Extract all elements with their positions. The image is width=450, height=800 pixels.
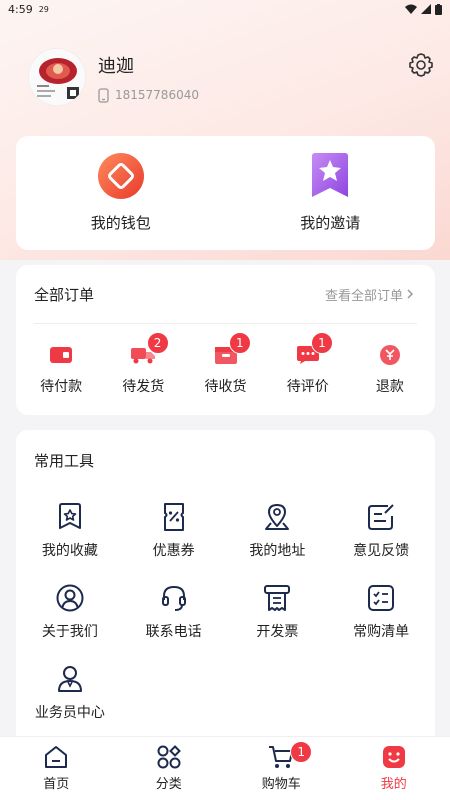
- order-pending-shipment[interactable]: 2 待发货: [102, 332, 184, 396]
- wallet-icon: [97, 153, 144, 199]
- tool-feedback[interactable]: 意见反馈: [329, 490, 433, 571]
- wallet-card-icon: [50, 347, 73, 363]
- status-bar: 4:59 29: [0, 0, 450, 18]
- order-pending-payment[interactable]: 待付款: [20, 342, 102, 396]
- order-refund[interactable]: 退款: [349, 342, 431, 396]
- headset-icon: [161, 585, 186, 611]
- favorite-icon: [58, 503, 81, 529]
- my-invite-label: 我的邀请: [300, 214, 361, 232]
- tab-cart-label: 购物车: [261, 777, 301, 792]
- tab-category[interactable]: 分类: [113, 737, 226, 800]
- order-pending-payment-label: 待付款: [40, 379, 83, 395]
- tool-feedback-label: 意见反馈: [353, 543, 410, 559]
- tool-favorites[interactable]: 我的收藏: [18, 490, 122, 571]
- divider: [34, 323, 417, 324]
- category-icon: [157, 745, 181, 769]
- review-badge: 1: [310, 332, 333, 354]
- my-invite-button[interactable]: 我的邀请: [226, 136, 436, 250]
- tool-invoice[interactable]: 开发票: [226, 571, 330, 652]
- tool-contact-phone[interactable]: 联系电话: [122, 571, 226, 652]
- orders-card: 全部订单 查看全部订单 待付款 2 待发货 1 待收货 1 待评价 退款: [16, 265, 435, 415]
- invite-icon: [312, 153, 349, 197]
- tool-contact-phone-label: 联系电话: [145, 624, 202, 640]
- tool-about-us-label: 关于我们: [41, 624, 98, 640]
- tool-salesman-center[interactable]: 业务员中心: [18, 652, 122, 733]
- phone-icon: [98, 87, 109, 103]
- signal-icon: [421, 4, 431, 14]
- order-pending-receipt[interactable]: 1 待收货: [184, 332, 266, 396]
- user-circle-icon: [56, 584, 84, 612]
- tab-home-label: 首页: [43, 777, 70, 792]
- my-wallet-label: 我的钱包: [90, 214, 151, 232]
- battery-icon: [435, 3, 442, 15]
- chevron-right-icon: [407, 289, 414, 299]
- tab-mine-label: 我的: [380, 777, 407, 792]
- checklist-icon: [368, 585, 395, 611]
- order-pending-review[interactable]: 1 待评价: [267, 332, 349, 396]
- tool-about-us[interactable]: 关于我们: [18, 571, 122, 652]
- tool-invoice-label: 开发票: [256, 624, 299, 640]
- tab-home[interactable]: 首页: [0, 737, 113, 800]
- orders-title: 全部订单: [34, 285, 95, 304]
- bottom-tab-bar: 首页 分类 1 购物车 我的: [0, 736, 450, 800]
- tool-coupons-label: 优惠券: [152, 543, 195, 559]
- user-name: 迪迦: [98, 55, 134, 77]
- status-extra: 29: [38, 4, 49, 14]
- tool-address-label: 我的地址: [249, 543, 306, 559]
- order-pending-receipt-label: 待收货: [204, 379, 247, 395]
- gear-icon: [409, 53, 433, 77]
- order-pending-shipment-label: 待发货: [122, 379, 165, 395]
- tool-coupons[interactable]: 优惠券: [122, 490, 226, 571]
- tool-favorites-label: 我的收藏: [41, 543, 98, 559]
- view-all-orders-label: 查看全部订单: [324, 288, 403, 304]
- user-phone: 18157786040: [115, 88, 199, 102]
- tools-title: 常用工具: [34, 452, 95, 470]
- tool-address[interactable]: 我的地址: [226, 490, 330, 571]
- feedback-icon: [368, 504, 394, 530]
- status-time: 4:59: [8, 2, 33, 16]
- tab-mine[interactable]: 我的: [338, 737, 450, 800]
- home-icon: [45, 746, 68, 768]
- tab-category-label: 分类: [155, 777, 182, 792]
- invoice-icon: [264, 585, 291, 611]
- status-icons: [405, 3, 442, 15]
- tools-card: 常用工具 我的收藏 优惠券 我的地址 意见反馈 关于我们 联系电话 开发票 常购…: [16, 430, 435, 750]
- tool-salesman-center-label: 业务员中心: [34, 705, 105, 721]
- view-all-orders-link[interactable]: 查看全部订单: [325, 285, 417, 304]
- order-refund-label: 退款: [375, 379, 404, 395]
- mine-icon: [382, 746, 405, 768]
- salesman-icon: [57, 666, 82, 692]
- coupon-icon: [163, 503, 184, 531]
- wifi-icon: [405, 4, 417, 14]
- shipment-badge: 2: [146, 332, 169, 354]
- location-icon: [265, 504, 290, 530]
- my-wallet-button[interactable]: 我的钱包: [16, 136, 226, 250]
- avatar[interactable]: [28, 48, 86, 106]
- receipt-badge: 1: [228, 332, 251, 354]
- wallet-card: 我的钱包 我的邀请: [16, 136, 435, 250]
- order-pending-review-label: 待评价: [286, 379, 329, 395]
- settings-button[interactable]: [408, 52, 434, 78]
- user-profile[interactable]: 迪迦 18157786040: [28, 48, 199, 106]
- tool-purchase-list-label: 常购清单: [353, 624, 410, 640]
- tool-purchase-list[interactable]: 常购清单: [329, 571, 433, 652]
- cart-badge: 1: [290, 741, 313, 763]
- tab-cart[interactable]: 1 购物车: [225, 737, 338, 800]
- refund-icon: [379, 345, 400, 365]
